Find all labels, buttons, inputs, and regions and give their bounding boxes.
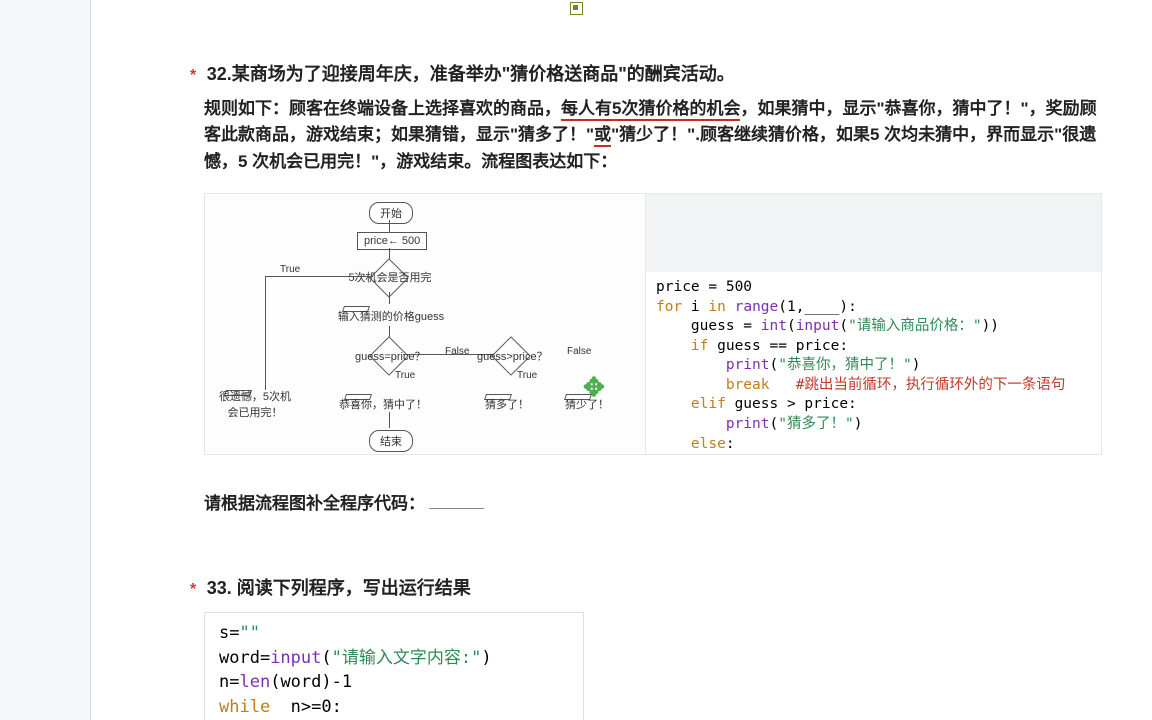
content-area: * 32.某商场为了迎接周年庆，准备举办"猜价格送商品"的酬宾活动。 规则如下：…: [190, 0, 1102, 720]
question-title: 32.某商场为了迎接周年庆，准备举办"猜价格送商品"的酬宾活动。: [207, 64, 735, 84]
answer-blank[interactable]: [429, 508, 484, 509]
required-marker: *: [190, 581, 196, 598]
question-body: 规则如下：顾客在终端设备上选择喜欢的商品，每人有5次猜价格的机会，如果猜中，显示…: [204, 96, 1102, 175]
question-32: * 32.某商场为了迎接周年庆，准备举办"猜价格送商品"的酬宾活动。 规则如下：…: [190, 60, 1102, 514]
flow-end: 结束: [369, 430, 413, 452]
flowchart: 开始 price← 500 5次机会是否用完 True 输入猜测的价格guess…: [204, 193, 646, 455]
fill-prompt: 请根据流程图补全程序代码：: [204, 489, 1102, 514]
left-gutter: [0, 0, 91, 720]
flow-assign: price← 500: [357, 232, 427, 250]
required-marker: *: [190, 67, 196, 84]
flow-start: 开始: [369, 202, 413, 224]
code-panel: price = 500 for i in range(1,____): gues…: [646, 193, 1102, 455]
question-33: * 33. 阅读下列程序，写出运行结果 s="" word=input("请输入…: [190, 574, 1102, 720]
figure-area: 开始 price← 500 5次机会是否用完 True 输入猜测的价格guess…: [204, 193, 1102, 455]
code-content: price = 500 for i in range(1,____): gues…: [646, 272, 1101, 454]
question-title: 33. 阅读下列程序，写出运行结果: [207, 578, 471, 598]
q33-code: s="" word=input("请输入文字内容:") n=len(word)-…: [204, 612, 584, 720]
